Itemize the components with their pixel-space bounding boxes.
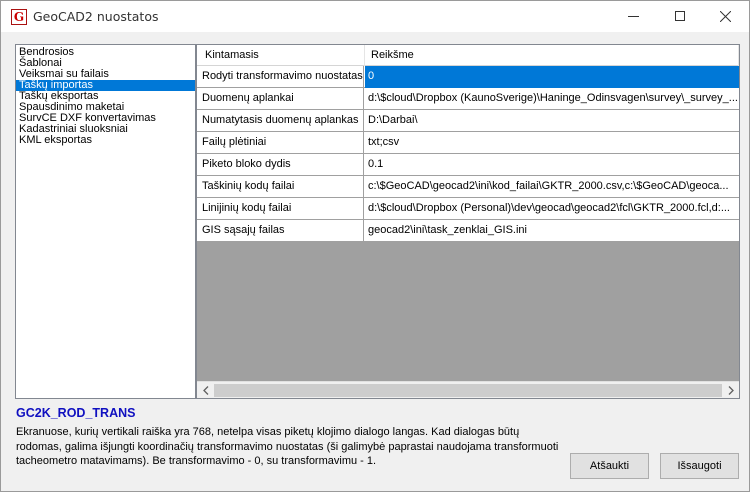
table-row[interactable]: Failų plėtiniai txt;csv (197, 132, 739, 154)
window-title: GeoCAD2 nuostatos (33, 9, 159, 24)
description-text: Ekranuose, kurių vertikali raiška yra 76… (16, 425, 586, 469)
table-row[interactable]: Duomenų aplankai d:\$cloud\Dropbox (Kaun… (197, 88, 739, 110)
category-list[interactable]: Bendrosios Šablonai Veiksmai su failais … (15, 44, 196, 399)
table-row[interactable]: Rodyti transformavimo nuostatas 0 (197, 66, 739, 88)
row-value[interactable]: 0 (365, 66, 739, 88)
maximize-icon (675, 11, 685, 21)
save-button[interactable]: Išsaugoti (660, 453, 739, 479)
row-value[interactable]: d:\$cloud\Dropbox (Personal)\dev\geocad\… (365, 198, 739, 220)
description-line: tacheometro matavimams). Be transformavi… (16, 455, 377, 467)
settings-grid[interactable]: Kintamasis Reikšme Rodyti transformavimo… (196, 44, 740, 399)
description-line: Ekranuose, kurių vertikali raiška yra 76… (16, 426, 520, 438)
row-value[interactable]: c:\$GeoCAD\geocad2\ini\kod_failai\GKTR_2… (365, 176, 739, 198)
row-value[interactable]: 0.1 (365, 154, 739, 176)
scroll-right-button[interactable] (722, 382, 739, 398)
table-row[interactable]: Numatytasis duomenų aplankas D:\Darbai\ (197, 110, 739, 132)
row-name[interactable]: Numatytasis duomenų aplankas (197, 110, 364, 132)
description-line: rodomas, galima išjungti koordinačių tra… (16, 440, 559, 453)
close-button[interactable] (703, 1, 749, 32)
row-value[interactable]: geocad2\ini\task_zenklai_GIS.ini (365, 220, 739, 242)
row-name[interactable]: Rodyti transformavimo nuostatas (197, 66, 364, 88)
cancel-button[interactable]: Atšaukti (570, 453, 649, 479)
table-row[interactable]: Linijinių kodų failai d:\$cloud\Dropbox … (197, 198, 739, 220)
row-value[interactable]: txt;csv (365, 132, 739, 154)
sidebar-item-kml-eksportas[interactable]: KML eksportas (16, 135, 195, 146)
scroll-left-button[interactable] (197, 382, 214, 398)
row-value[interactable]: D:\Darbai\ (365, 110, 739, 132)
horizontal-scrollbar[interactable] (197, 381, 739, 398)
column-header-variable[interactable]: Kintamasis (197, 45, 365, 66)
title-bar[interactable]: G GeoCAD2 nuostatos (1, 1, 749, 32)
row-name[interactable]: Taškinių kodų failai (197, 176, 364, 198)
table-row[interactable]: GIS sąsajų failas geocad2\ini\task_zenkl… (197, 220, 739, 242)
row-name[interactable]: Duomenų aplankai (197, 88, 364, 110)
table-row[interactable]: Piketo bloko dydis 0.1 (197, 154, 739, 176)
row-name[interactable]: Linijinių kodų failai (197, 198, 364, 220)
geocad-app-icon: G (11, 9, 27, 25)
minimize-button[interactable] (611, 1, 657, 32)
chevron-left-icon (202, 386, 208, 395)
grid-header: Kintamasis Reikšme (197, 45, 739, 66)
table-row[interactable]: Taškinių kodų failai c:\$GeoCAD\geocad2\… (197, 176, 739, 198)
column-header-value[interactable]: Reikšme (365, 45, 739, 66)
settings-window: G GeoCAD2 nuostatos Bendrosios Šablonai … (0, 0, 750, 492)
row-name[interactable]: Failų plėtiniai (197, 132, 364, 154)
description-title: GC2K_ROD_TRANS (16, 406, 136, 420)
chevron-right-icon (728, 386, 734, 395)
close-icon (720, 11, 731, 22)
row-name[interactable]: GIS sąsajų failas (197, 220, 364, 242)
maximize-button[interactable] (657, 1, 703, 32)
scrollbar-thumb[interactable] (214, 384, 722, 397)
row-name[interactable]: Piketo bloko dydis (197, 154, 364, 176)
row-value[interactable]: d:\$cloud\Dropbox (KaunoSverige)\Haninge… (365, 88, 739, 110)
minimize-icon (628, 16, 639, 17)
